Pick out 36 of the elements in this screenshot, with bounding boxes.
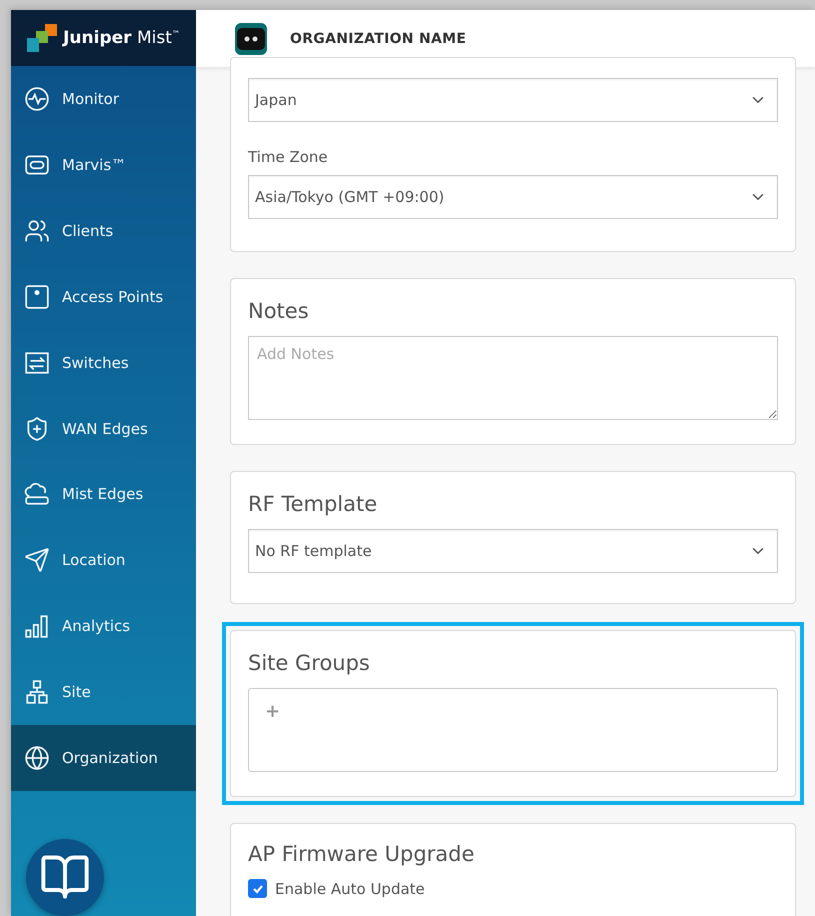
brand-name: Juniper Mist$^{™}$ [63,28,180,48]
navigation-icon [24,547,50,574]
nav-item[interactable]: Site [11,659,196,725]
nav-item[interactable]: Marvis™ [11,132,196,198]
rf-template-select[interactable]: No RF template [248,529,778,573]
field-label: Time Zone [248,148,329,166]
organization-name: ORGANIZATION NAME [290,30,466,46]
nav-item[interactable]: Switches [11,330,196,396]
check-icon [252,882,264,894]
logo-icon [27,24,58,52]
nav-item[interactable]: Organization [11,724,196,791]
time-zone-select[interactable]: Asia/Tokyo (GMT +09:00) [248,175,778,219]
card-title: RF Template [248,492,378,516]
card-title: AP Firmware Upgrade [248,842,476,866]
checkbox-label: Enable Auto Update [275,880,425,898]
nav-item[interactable]: Analytics [11,593,196,660]
notes-field[interactable]: Add Notes [248,336,778,420]
card-title: Notes [248,299,310,323]
nav-item[interactable]: Clients [11,198,196,264]
country-select[interactable]: Japan [248,78,778,122]
users-icon [24,218,50,244]
nav-item[interactable]: WAN Edges [11,396,196,462]
nav-item[interactable]: Mist Edges [11,462,196,528]
pulse-icon [24,86,50,112]
help-button[interactable] [26,838,104,916]
access-point-icon [24,284,50,310]
nav-item[interactable]: Monitor [11,66,196,132]
nav-item[interactable]: Access Points [11,264,196,330]
nav-item[interactable]: Location [11,527,196,594]
card-title: Site Groups [248,651,371,675]
bar-chart-icon [24,613,50,640]
switch-icon [24,350,50,376]
cloud-icon [24,481,50,508]
sitemap-icon [24,679,50,706]
checkbox[interactable] [248,879,267,898]
globe-icon [24,744,50,771]
